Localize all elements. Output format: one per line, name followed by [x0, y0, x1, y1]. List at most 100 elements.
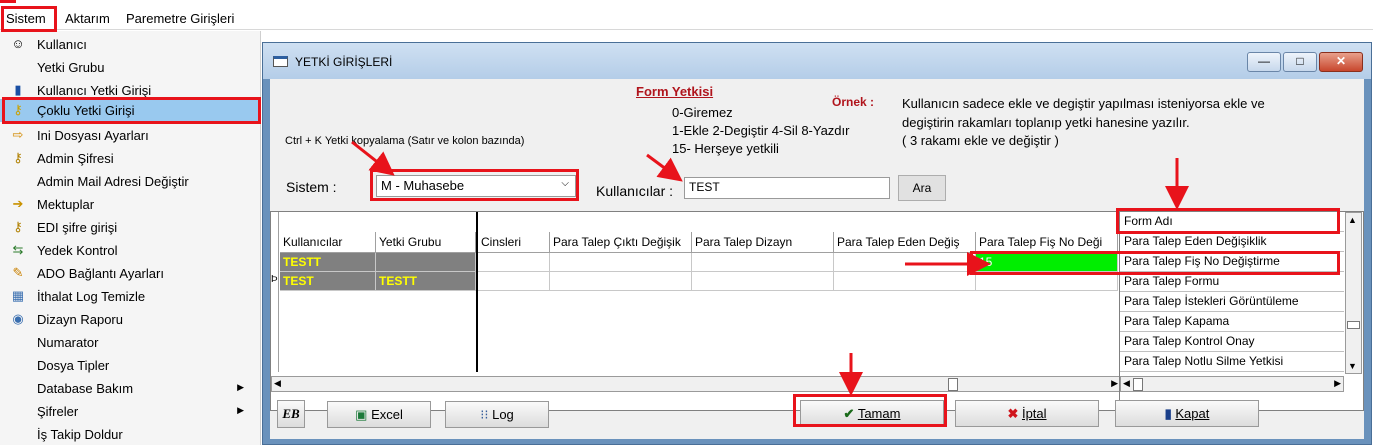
menu-item-label: Admin Mail Adresi Değiştir: [37, 174, 189, 189]
grid-cell[interactable]: [692, 253, 834, 272]
menu-item-label: Yedek Kontrol: [37, 243, 118, 258]
menu-item-label: Mektuplar: [37, 197, 95, 212]
menu-item-database-bakim[interactable]: Database Bakım ▶: [0, 377, 258, 400]
sistem-select[interactable]: M - Muhasebe ⌵: [376, 175, 576, 197]
arrow-icon: ➔: [12, 196, 24, 211]
form-list-vertical-scrollbar[interactable]: ▲ ▼: [1345, 212, 1362, 374]
grid-cell[interactable]: [550, 272, 692, 291]
menu-item-label: Numarator: [37, 335, 99, 350]
menu-item-ado-baglanti[interactable]: ✎ ADO Bağlantı Ayarları: [0, 262, 258, 285]
menu-parametre-girisleri[interactable]: Paremetre Girişleri: [126, 11, 234, 26]
sistem-select-value: M - Muhasebe: [381, 178, 465, 193]
menu-item-ithalat-log[interactable]: ▦ İthalat Log Temizle: [0, 285, 258, 308]
scroll-thumb[interactable]: [1347, 321, 1360, 329]
menu-item-dosya-tipler[interactable]: Dosya Tipler: [0, 354, 258, 377]
sistem-label: Sistem :: [286, 179, 337, 195]
col-header-eden-degis[interactable]: Para Talep Eden Değiş: [834, 232, 976, 253]
ara-button[interactable]: Ara: [898, 175, 946, 201]
col-header-cikti-degisik[interactable]: Para Talep Çıktı Değişik: [550, 232, 692, 253]
scroll-thumb[interactable]: [1133, 378, 1143, 391]
col-header-cinsleri[interactable]: Cinsleri: [478, 232, 550, 253]
menu-item-numarator[interactable]: Numarator: [0, 331, 258, 354]
menu-item-sifreler[interactable]: Şifreler ▶: [0, 400, 258, 423]
scroll-right-icon[interactable]: ▶: [1334, 378, 1341, 389]
cell-group-row2[interactable]: TESTT: [376, 272, 476, 291]
menu-item-label: Kullanıcı: [37, 37, 87, 52]
maximize-button[interactable]: □: [1283, 52, 1317, 72]
cell-user-row2[interactable]: TEST: [280, 272, 376, 291]
tamam-button[interactable]: ✔ Tamam: [800, 400, 944, 427]
menu-item-dizayn-raporu[interactable]: ◉ Dizayn Raporu: [0, 308, 258, 331]
menu-item-kullanici[interactable]: ☺ Kullanıcı: [0, 33, 258, 56]
form-list-item[interactable]: Para Talep Kontrol Onay: [1120, 332, 1344, 352]
menu-item-label: Dizayn Raporu: [37, 312, 123, 327]
col-header-yetki-grubu[interactable]: Yetki Grubu: [376, 232, 476, 253]
col-header-dizayn[interactable]: Para Talep Dizayn: [692, 232, 834, 253]
grid-cell[interactable]: [550, 253, 692, 272]
settings-file-icon: ⇨: [12, 127, 24, 142]
form-list-item[interactable]: Para Talep İstekleri Görüntüleme: [1120, 292, 1344, 312]
scroll-right-icon[interactable]: ▶: [1111, 378, 1118, 389]
log-label: Log: [492, 407, 514, 422]
grid-cell[interactable]: [834, 253, 976, 272]
excel-button[interactable]: ▣ Excel: [327, 401, 431, 428]
col-header-fis-no[interactable]: Para Talep Fiş No Deği: [976, 232, 1118, 253]
kullanicilar-label: Kullanıcılar :: [596, 183, 674, 199]
menu-item-label: ADO Bağlantı Ayarları: [37, 266, 164, 281]
menu-item-yedek-kontrol[interactable]: ⇆ Yedek Kontrol: [0, 239, 258, 262]
menu-item-yetki-grubu[interactable]: Yetki Grubu: [0, 56, 258, 79]
log-button[interactable]: ⁝⁝ Log: [445, 401, 549, 428]
form-yetkisi-heading: Form Yetkisi: [636, 84, 714, 99]
grid-cell[interactable]: [692, 272, 834, 291]
grid-cell[interactable]: [478, 272, 550, 291]
minimize-button[interactable]: —: [1247, 52, 1281, 72]
kullanicilar-input[interactable]: TEST: [684, 177, 890, 199]
scroll-thumb[interactable]: [948, 378, 958, 391]
menu-item-ini-dosyasi-ayarlari[interactable]: ⇨ Ini Dosyası Ayarları: [0, 124, 258, 147]
eb-logo-button[interactable]: EB: [277, 400, 305, 428]
cell-fis-no-row1[interactable]: 15: [976, 253, 1118, 272]
form-list-item[interactable]: Para Talep Notlu Silme Yetkisi: [1120, 352, 1344, 372]
iptal-button[interactable]: ✖ İptal: [955, 400, 1099, 427]
clean-icon: ▦: [11, 288, 25, 303]
form-list-horizontal-scrollbar[interactable]: ◀ ▶: [1120, 376, 1344, 392]
example-line-3: ( 3 rakamı ekle ve değiştir ): [902, 133, 1059, 148]
menu-sistem[interactable]: Sistem: [6, 11, 46, 26]
menu-item-coklu-yetki-girisi[interactable]: ⚷ Çoklu Yetki Girişi: [0, 99, 258, 122]
menu-item-is-takip-doldur[interactable]: İş Takip Doldur: [0, 423, 258, 446]
close-button[interactable]: ✕: [1319, 52, 1363, 72]
cell-user-row1[interactable]: TESTT: [280, 253, 376, 272]
grid-cell[interactable]: [834, 272, 976, 291]
permission-grid-area: Kullanıcılar Yetki Grubu Cinsleri Para T…: [270, 211, 1364, 411]
cell-group-row1[interactable]: [376, 253, 476, 272]
menu-item-mektuplar[interactable]: ➔ Mektuplar: [0, 193, 258, 216]
scroll-left-icon[interactable]: ◀: [274, 378, 281, 389]
scroll-down-icon[interactable]: ▼: [1348, 361, 1357, 371]
menu-item-admin-mail[interactable]: Admin Mail Adresi Değiştir: [0, 170, 258, 193]
window-icon: [273, 56, 288, 67]
menu-item-edi-sifre[interactable]: ⚷ EDI şifre girişi: [0, 216, 258, 239]
menu-aktarim[interactable]: Aktarım: [65, 11, 110, 26]
grid-cell[interactable]: [478, 253, 550, 272]
yetki-girisleri-window: YETKİ GİRİŞLERİ — □ ✕ Form Yetkisi 0-Gir…: [262, 42, 1372, 445]
kapat-button[interactable]: ▮ Kapat: [1115, 400, 1259, 427]
legend-line-2: 1-Ekle 2-Degiştir 4-Sil 8-Yazdır: [672, 123, 850, 138]
top-accent-line: [0, 0, 16, 3]
scroll-left-icon[interactable]: ◀: [1123, 378, 1130, 389]
example-line-2: degiştirin rakamları toplanıp yetki hane…: [902, 115, 1190, 130]
scroll-up-icon[interactable]: ▲: [1348, 215, 1357, 225]
form-list-item[interactable]: Para Talep Eden Değişiklik: [1120, 232, 1344, 252]
row-indicator-column: [271, 212, 279, 372]
window-titlebar: YETKİ GİRİŞLERİ — □ ✕: [263, 43, 1371, 79]
form-list-item[interactable]: Para Talep Kapama: [1120, 312, 1344, 332]
grid-horizontal-scrollbar[interactable]: ◀ ▶: [271, 376, 1121, 392]
menu-item-label: İthalat Log Temizle: [37, 289, 146, 304]
col-header-kullanicilar[interactable]: Kullanıcılar: [280, 232, 376, 253]
report-icon: ◉: [12, 311, 24, 326]
menu-item-label: Şifreler: [37, 404, 79, 419]
form-list-item-selected[interactable]: Para Talep Fiş No Değiştirme: [1120, 252, 1344, 272]
menu-item-admin-sifresi[interactable]: ⚷ Admin Şifresi: [0, 147, 258, 170]
form-list-item[interactable]: Para Talep Formu: [1120, 272, 1344, 292]
tamam-label: Tamam: [857, 406, 901, 421]
grid-cell-active[interactable]: [976, 272, 1118, 291]
